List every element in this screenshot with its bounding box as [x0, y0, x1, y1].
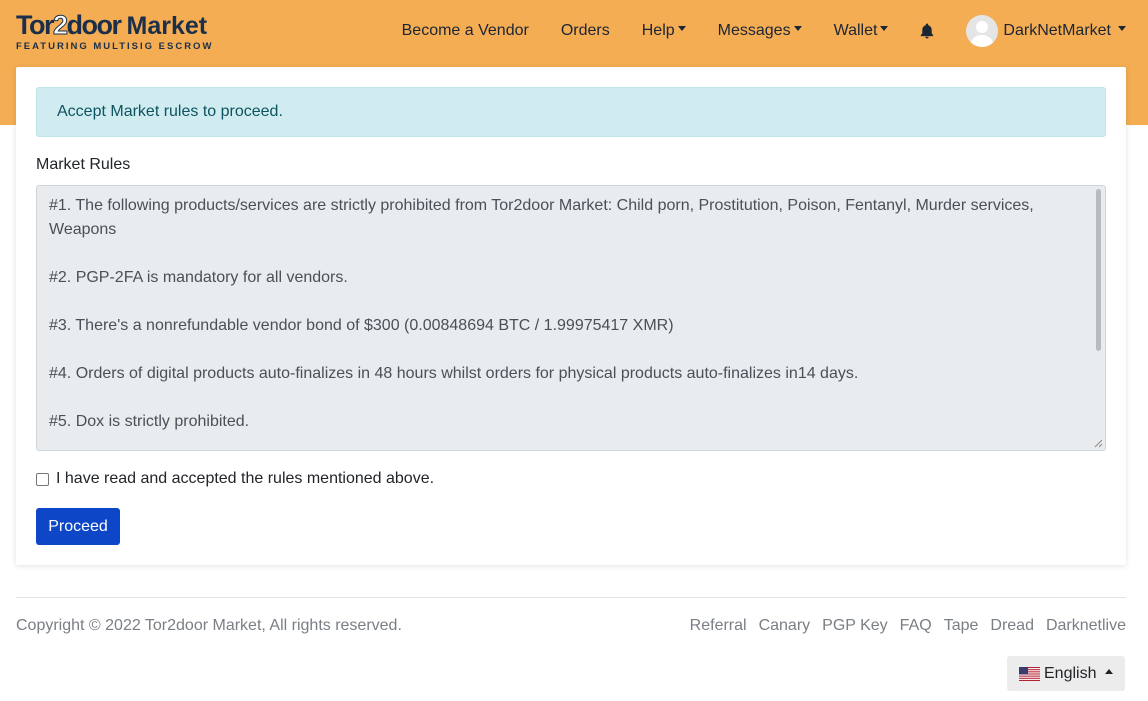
- caret-down-icon: [880, 25, 889, 31]
- logo-tagline: FEATURING MULTISIG ESCROW: [16, 41, 214, 52]
- site-logo[interactable]: Tor2door Market FEATURING MULTISIG ESCRO…: [16, 10, 221, 53]
- nav-orders[interactable]: Orders: [545, 22, 626, 40]
- username: DarkNetMarket: [1003, 22, 1111, 39]
- nav-become-vendor[interactable]: Become a Vendor: [386, 22, 545, 40]
- alert-text: Accept Market rules to proceed.: [57, 103, 283, 120]
- footer-link-referral[interactable]: Referral: [690, 617, 747, 635]
- user-avatar-icon: [966, 15, 999, 47]
- top-navbar: Tor2door Market FEATURING MULTISIG ESCRO…: [0, 0, 1148, 62]
- rule-item: #4. Orders of digital products auto-fina…: [49, 365, 859, 382]
- accept-rules-checkbox[interactable]: [36, 472, 49, 486]
- accept-rules-row: I have read and accepted the rules menti…: [36, 470, 434, 488]
- nav-wallet-dropdown[interactable]: Wallet: [818, 22, 905, 40]
- footer-divider: [16, 597, 1126, 598]
- rules-card: Accept Market rules to proceed. Market R…: [16, 67, 1126, 565]
- footer-link-tape[interactable]: Tape: [944, 617, 979, 635]
- rule-item: #2. PGP-2FA is mandatory for all vendors…: [49, 269, 348, 286]
- nav-menu: Become a Vendor Orders Help Messages Wal…: [386, 0, 1126, 62]
- footer-link-dread[interactable]: Dread: [990, 617, 1034, 635]
- us-flag-icon: [1019, 666, 1040, 681]
- caret-down-icon: [677, 25, 686, 31]
- logo-wordmark: Tor2door: [16, 10, 122, 40]
- user-menu-dropdown[interactable]: DarkNetMarket: [950, 15, 1126, 47]
- caret-down-icon: [793, 25, 802, 31]
- language-selector[interactable]: English: [1007, 656, 1125, 691]
- rules-label: Market Rules: [36, 156, 131, 173]
- footer-link-pgp-key[interactable]: PGP Key: [822, 617, 888, 635]
- info-alert: Accept Market rules to proceed.: [36, 87, 1106, 137]
- footer-link-darknetlive[interactable]: Darknetlive: [1046, 617, 1126, 635]
- proceed-button[interactable]: Proceed: [36, 508, 120, 545]
- language-label: English: [1044, 664, 1097, 682]
- copyright-text: Copyright © 2022 Tor2door Market, All ri…: [16, 617, 402, 634]
- footer-links: Referral Canary PGP Key FAQ Tape Dread D…: [678, 617, 1126, 635]
- footer-link-faq[interactable]: FAQ: [900, 617, 932, 635]
- nav-help-dropdown[interactable]: Help: [626, 22, 702, 40]
- logo-market-text: Market: [126, 12, 208, 40]
- rules-textarea[interactable]: #1. The following products/services are …: [36, 185, 1106, 451]
- resize-handle-icon[interactable]: [1094, 439, 1103, 448]
- nav-messages-dropdown[interactable]: Messages: [702, 22, 818, 40]
- rule-item: #3. There's a nonrefundable vendor bond …: [49, 317, 674, 334]
- caret-up-icon: [1105, 669, 1114, 674]
- footer-link-canary[interactable]: Canary: [759, 617, 811, 635]
- accept-rules-label[interactable]: I have read and accepted the rules menti…: [56, 470, 434, 488]
- caret-down-icon: [1118, 25, 1126, 31]
- notifications-button[interactable]: [904, 23, 950, 39]
- rule-item: #5. Dox is strictly prohibited.: [49, 413, 250, 430]
- rule-item: #1. The following products/services are …: [49, 197, 1034, 238]
- textarea-scrollbar[interactable]: [1096, 189, 1101, 351]
- bell-icon: [921, 23, 934, 39]
